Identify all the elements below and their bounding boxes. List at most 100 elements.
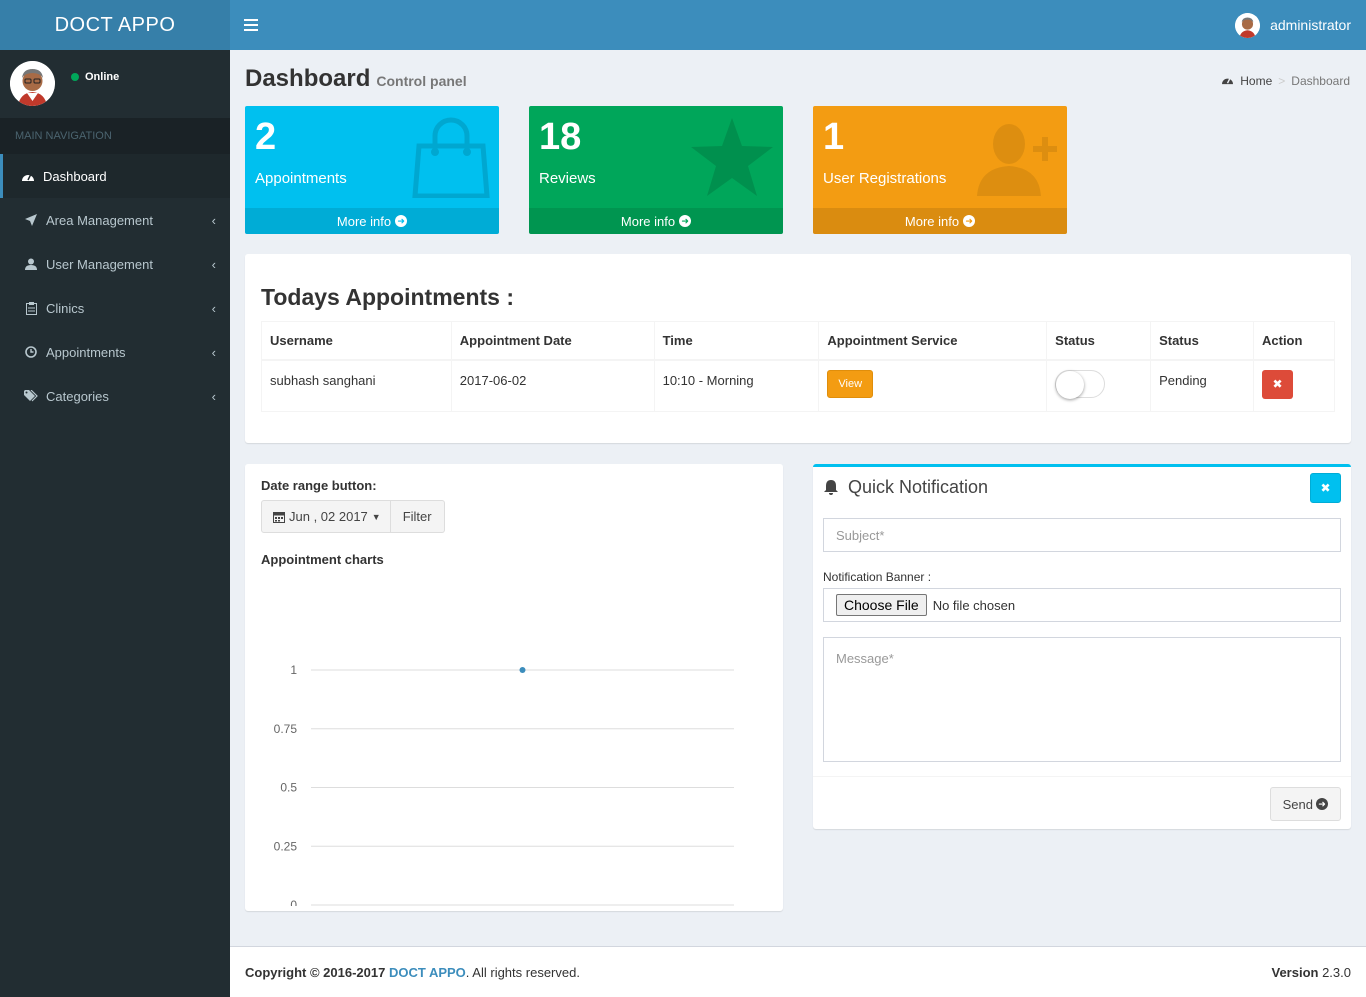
sidebar-item-label: Area Management — [46, 212, 153, 228]
column-header: Time — [653, 321, 820, 361]
breadcrumb: Home > Dashboard — [1221, 74, 1350, 88]
choose-file-button[interactable]: Choose File — [836, 594, 927, 616]
more-info-label: More info — [904, 213, 960, 229]
page-title-text: Dashboard — [245, 65, 371, 92]
version-info: Version 2.3.0 — [1271, 965, 1351, 980]
online-dot-icon — [71, 73, 79, 81]
clock-icon — [21, 346, 41, 358]
date-range-label: Date range button: — [261, 478, 377, 493]
column-header: Status — [1150, 321, 1254, 361]
breadcrumb-home[interactable]: Home — [1240, 74, 1272, 88]
more-info-link[interactable]: More info ➜ — [245, 208, 499, 234]
appointment-chart-box: Date range button: Jun , 02 2017 ▼ Filte… — [245, 464, 783, 911]
appointment-chart: 10.750.50.2502017-06-02 — [274, 663, 734, 906]
online-label: Online — [85, 71, 120, 83]
stat-label: Reviews — [539, 170, 596, 187]
arrow-circle-right-icon: ➜ — [679, 215, 692, 227]
stat-number: 18 — [539, 116, 582, 158]
clipboard-icon — [21, 301, 41, 315]
sidebar: DOCT APPO Online MAIN NAVIGATION Dashboa… — [0, 0, 230, 997]
shopping-bag-icon — [411, 116, 491, 201]
more-info-link[interactable]: More info ➜ — [813, 208, 1067, 234]
status-toggle[interactable] — [1055, 369, 1106, 399]
close-box-button[interactable]: ✖ — [1310, 473, 1341, 503]
version-number: 2.3.0 — [1322, 964, 1351, 980]
subject-input[interactable]: Subject* — [823, 518, 1341, 552]
cell-date: 2017-06-02 — [450, 359, 655, 412]
cell-service: View — [818, 359, 1048, 412]
y-tick-label: 0.5 — [280, 781, 297, 795]
user-icon — [21, 258, 41, 270]
send-button[interactable]: Send ➜ — [1269, 787, 1341, 821]
sidebar-item-clinics[interactable]: Clinics ‹ — [0, 286, 230, 330]
box-title: Todays Appointments : — [261, 284, 514, 310]
quick-notification-box: Quick Notification ✖ Subject* Notificati… — [813, 464, 1351, 829]
sidebar-item-appointments[interactable]: Appointments ‹ — [0, 330, 230, 374]
location-arrow-icon — [21, 214, 41, 226]
banner-file-input[interactable]: Choose File No file chosen — [823, 588, 1341, 622]
notification-header: Quick Notification — [823, 477, 988, 498]
chevron-left-icon: ‹ — [211, 388, 216, 404]
page-subtitle: Control panel — [376, 73, 467, 89]
sidebar-item-label: User Management — [46, 256, 153, 272]
chevron-left-icon: ‹ — [211, 212, 216, 228]
box-footer-divider — [813, 776, 1351, 777]
y-tick-label: 0.25 — [274, 839, 298, 853]
hamburger-line — [244, 29, 258, 31]
column-header: Action — [1253, 321, 1335, 361]
delete-button[interactable]: ✖ — [1262, 369, 1293, 399]
close-icon: ✖ — [1272, 377, 1283, 391]
y-tick-label: 0 — [290, 898, 297, 906]
column-header: Username — [261, 321, 452, 361]
content-wrapper: Dashboard Control panel Home > Dashboard … — [230, 50, 1366, 946]
column-header: Appointment Date — [450, 321, 655, 361]
sidebar-item-area-management[interactable]: Area Management ‹ — [0, 198, 230, 242]
stat-number: 1 — [823, 116, 845, 158]
cell-username: subhash sanghani — [261, 359, 452, 412]
y-tick-label: 1 — [290, 663, 297, 677]
nav-header: MAIN NAVIGATION — [0, 118, 230, 154]
view-button[interactable]: View — [827, 369, 874, 398]
avatar — [1235, 12, 1261, 38]
user-menu[interactable]: administrator — [1235, 0, 1351, 50]
stat-label: User Registrations — [823, 170, 947, 187]
calendar-icon — [273, 511, 285, 523]
stat-box-user-registrations: 1 User Registrations More info ➜ — [813, 106, 1067, 234]
main-footer: Copyright © 2016-2017 DOCT APPO. All rig… — [230, 946, 1366, 997]
chevron-left-icon: ‹ — [211, 256, 216, 272]
data-point[interactable] — [519, 667, 526, 673]
sidebar-item-categories[interactable]: Categories ‹ — [0, 374, 230, 418]
online-status: Online — [71, 71, 119, 83]
bell-icon — [823, 479, 839, 496]
breadcrumb-current: Dashboard — [1291, 74, 1350, 88]
sidebar-item-label: Clinics — [46, 300, 85, 316]
message-placeholder: Message* — [836, 651, 894, 666]
more-info-link[interactable]: More info ➜ — [529, 208, 783, 234]
cell-status: Pending — [1150, 359, 1254, 412]
todays-appointments-box: Todays Appointments : Username Appointme… — [245, 254, 1351, 443]
message-textarea[interactable]: Message* — [823, 637, 1341, 762]
sidebar-item-user-management[interactable]: User Management ‹ — [0, 242, 230, 286]
appointments-table: Username Appointment Date Time Appointme… — [261, 321, 1335, 412]
arrow-circle-right-icon: ➜ — [963, 215, 976, 227]
toggle-knob — [1056, 370, 1085, 399]
star-icon — [689, 116, 775, 201]
app-logo[interactable]: DOCT APPO — [0, 0, 230, 50]
user-plus-icon — [973, 116, 1059, 201]
tags-icon — [21, 390, 41, 402]
filter-button[interactable]: Filter — [390, 500, 445, 533]
footer-brand-link[interactable]: DOCT APPO — [389, 965, 466, 980]
user-panel: Online — [0, 50, 230, 116]
rights-text: . All rights reserved. — [465, 964, 580, 980]
sidebar-item-dashboard[interactable]: Dashboard — [0, 154, 230, 198]
breadcrumb-separator: > — [1278, 74, 1286, 88]
chevron-left-icon: ‹ — [211, 300, 216, 316]
avatar — [10, 60, 55, 106]
chart-title: Appointment charts — [261, 552, 384, 567]
dashboard-icon — [1221, 74, 1234, 88]
arrow-circle-right-icon: ➜ — [1316, 798, 1328, 810]
stat-number: 2 — [255, 116, 277, 158]
date-range-value: Jun , 02 2017 — [289, 509, 368, 524]
date-range-button[interactable]: Jun , 02 2017 ▼ — [261, 500, 391, 533]
sidebar-toggle-button[interactable] — [244, 17, 258, 33]
